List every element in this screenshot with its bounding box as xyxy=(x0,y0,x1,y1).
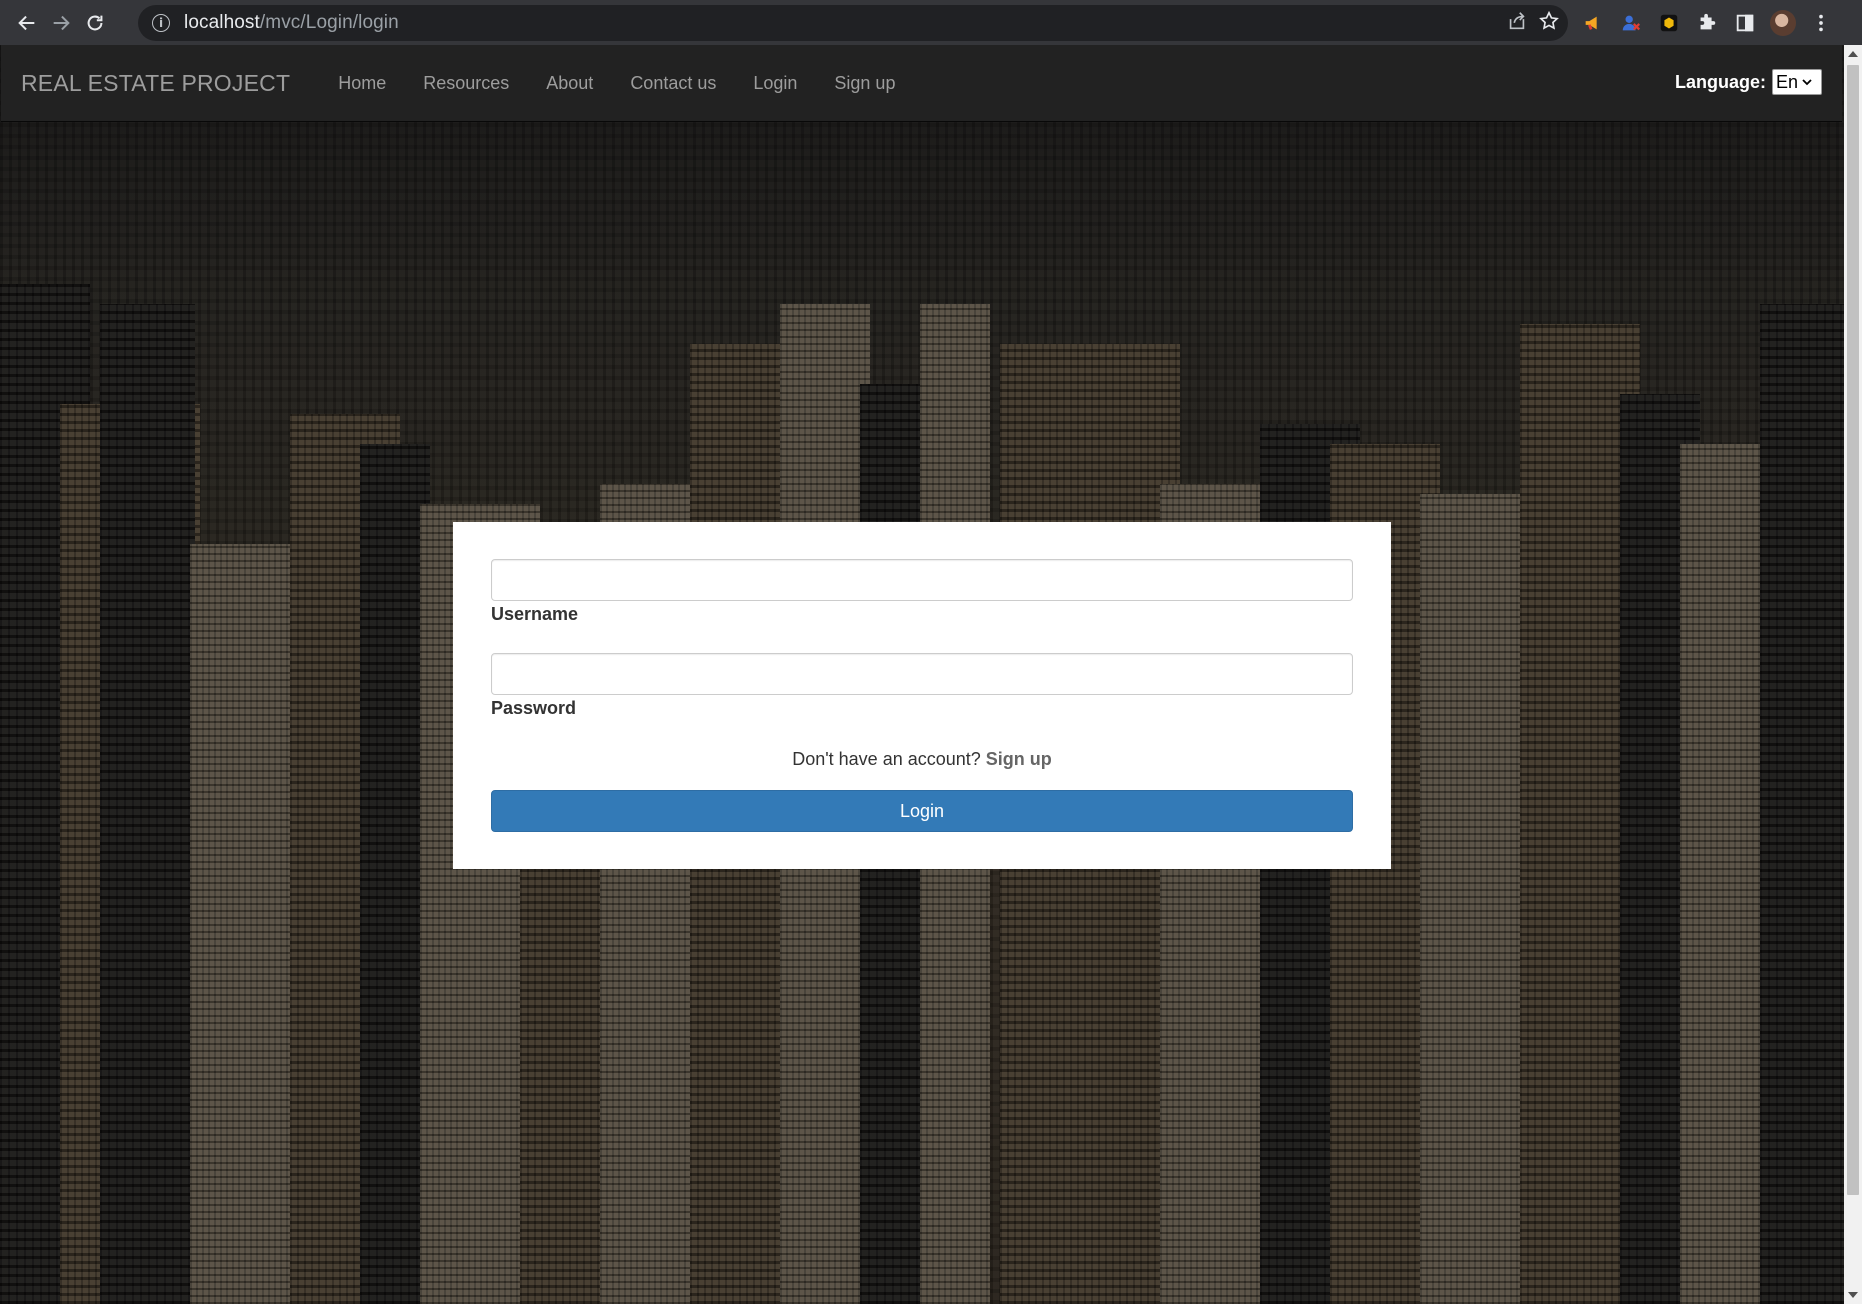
language-select[interactable]: En xyxy=(1772,69,1822,95)
language-switcher: Language: En xyxy=(1675,69,1822,95)
reload-icon[interactable] xyxy=(78,6,112,40)
nav-link-sign-up[interactable]: Sign up xyxy=(834,73,895,94)
extension-megaphone-icon[interactable] xyxy=(1580,10,1606,36)
nav-link-contact-us[interactable]: Contact us xyxy=(630,73,716,94)
extension-user-x-icon[interactable] xyxy=(1618,10,1644,36)
page-scrollbar[interactable] xyxy=(1844,45,1862,1304)
address-bar[interactable]: i localhost/mvc/Login/login xyxy=(138,5,1568,41)
language-value: En xyxy=(1776,71,1799,92)
bookmark-star-icon[interactable] xyxy=(1538,10,1560,37)
extensions-puzzle-icon[interactable] xyxy=(1694,10,1720,36)
profile-avatar[interactable] xyxy=(1770,9,1796,36)
nav-links: Home Resources About Contact us Login Si… xyxy=(338,73,932,94)
side-panel-icon[interactable] xyxy=(1732,10,1758,36)
signup-link[interactable]: Sign up xyxy=(986,749,1052,769)
login-card: Username Password Don't have an account?… xyxy=(453,522,1391,869)
chevron-down-icon xyxy=(1802,79,1812,86)
signup-prompt-line: Don't have an account? Sign up xyxy=(491,749,1353,770)
scroll-up-arrow-icon[interactable] xyxy=(1848,51,1858,57)
url-text: localhost/mvc/Login/login xyxy=(184,12,399,33)
password-label: Password xyxy=(491,698,577,718)
nav-link-about[interactable]: About xyxy=(546,73,593,94)
username-input[interactable] xyxy=(491,559,1353,601)
site-navbar: REAL ESTATE PROJECT Home Resources About… xyxy=(1,45,1842,122)
browser-menu-icon[interactable] xyxy=(1808,10,1834,36)
page-viewport: REAL ESTATE PROJECT Home Resources About… xyxy=(0,45,1844,1304)
login-submit-button[interactable]: Login xyxy=(491,790,1353,832)
username-label: Username xyxy=(491,604,579,624)
extension-cube-icon[interactable] xyxy=(1656,10,1682,36)
nav-link-home[interactable]: Home xyxy=(338,73,386,94)
scrollbar-thumb[interactable] xyxy=(1847,65,1859,1195)
nav-link-resources[interactable]: Resources xyxy=(423,73,509,94)
scroll-down-arrow-icon[interactable] xyxy=(1848,1292,1858,1298)
back-icon[interactable] xyxy=(10,6,44,40)
language-label: Language: xyxy=(1674,71,1766,92)
site-info-icon[interactable]: i xyxy=(152,14,170,32)
forward-icon[interactable] xyxy=(44,6,78,40)
password-input[interactable] xyxy=(491,653,1353,695)
signup-prompt-text: Don't have an account? xyxy=(792,749,981,769)
share-icon[interactable] xyxy=(1506,10,1528,37)
nav-link-login[interactable]: Login xyxy=(753,73,797,94)
browser-toolbar: i localhost/mvc/Login/login xyxy=(0,0,1862,45)
navbar-brand[interactable]: REAL ESTATE PROJECT xyxy=(21,70,290,97)
